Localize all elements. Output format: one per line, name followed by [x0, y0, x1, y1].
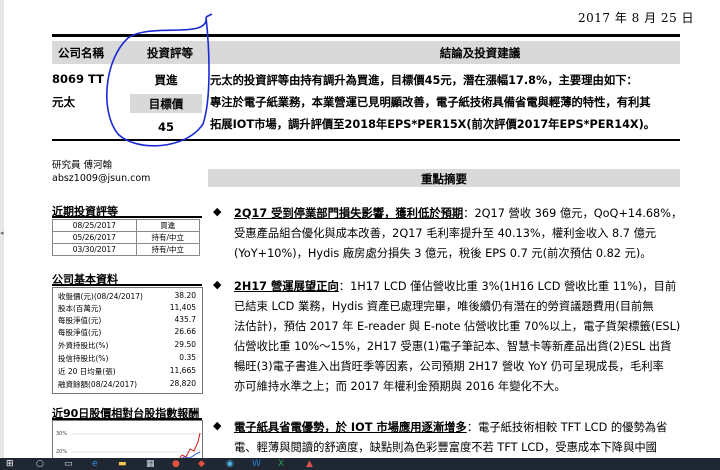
- basic-info-label: 近 20 日均量(張): [58, 367, 116, 376]
- bullet-diamond-icon: ◆: [213, 419, 222, 432]
- paragraph-line: 受惠產品組合優化與成本改善，2Q17 毛利率提升至 40.13%，權利金收入 8…: [234, 227, 657, 240]
- conclusion-line-3: 拓展IOT市場，調升評價至2018年EPS*PER15X(前次評價2017年EP…: [210, 118, 656, 131]
- analyst-name: 研究員 傅河翰: [52, 160, 113, 171]
- analyst-email: absz1009@jsun.com: [52, 173, 151, 184]
- paragraph-headline: 2H17 營運展望正向: [234, 280, 339, 293]
- history-rating: 買進: [135, 219, 201, 232]
- basic-info-value: 11,405: [169, 303, 196, 312]
- store-icon[interactable]: ▦: [146, 459, 155, 469]
- basic-info-label: 每股淨值(元): [58, 316, 102, 325]
- basic-info-row: 外資持股比(%) 29.50: [58, 340, 196, 350]
- task-view-icon[interactable]: ▭: [64, 459, 73, 469]
- summary-paragraph-1: 2Q17 受到停業部門損失影響，獲利低於預期：2Q17 營收 369 億元，Qo…: [234, 204, 683, 264]
- paragraph-line: 電子紙具省電優勢，於 IOT 市場應用逐漸增多：電子紙技術相較 TFT LCD …: [234, 418, 680, 438]
- basic-info-row: 近 20 日均量(張) 11,665: [58, 366, 196, 376]
- scroll-left-arrow-icon[interactable]: ◂: [0, 229, 4, 237]
- basic-info-rule: [52, 284, 202, 286]
- basic-info-label: 每股淨值(元): [58, 328, 102, 337]
- report-page: ◂ 2017 年 8 月 25 日 公司名稱 投資評等 結論及投資建議 8069…: [0, 0, 720, 458]
- start-icon[interactable]: ⊞: [6, 459, 14, 469]
- paragraph-headline: 電子紙具省電優勢，於 IOT 市場應用逐漸增多: [234, 421, 467, 434]
- bullet-diamond-icon: ◆: [213, 205, 222, 218]
- basic-info-row: 融資餘額(08/24/2017) 28,820: [58, 379, 196, 389]
- history-date: 08/25/2017: [52, 219, 137, 232]
- price-chart-lines: [71, 432, 202, 458]
- header-rule-bottom: [52, 139, 680, 141]
- price-chart-box: 30% 20%: [52, 420, 203, 458]
- taskbar: [0, 458, 720, 470]
- basic-info-value: 435.7: [174, 315, 196, 324]
- history-date: 05/26/2017: [52, 231, 137, 244]
- report-date: 2017 年 8 月 25 日: [578, 11, 695, 25]
- folder-icon[interactable]: ▬: [118, 459, 127, 469]
- basic-info-label: 投信持股比(%): [58, 354, 109, 363]
- paragraph-line: 2H17 營運展望正向：1H17 LCD 僅佔營收比重 3%(1H16 LCD …: [234, 277, 680, 297]
- target-price-label: 目標價: [148, 97, 184, 111]
- bullet-diamond-icon: ◆: [213, 278, 222, 291]
- basic-info-label: 股本(百萬元): [58, 304, 102, 313]
- basic-info-value: 0.35: [179, 353, 196, 362]
- basic-info-value: 28,820: [169, 379, 196, 388]
- rating-history-rule: [52, 216, 202, 218]
- paragraph-line: 亦可維持水準之上；而 2017 年權利金預期與 2016 年變化不大。: [234, 380, 566, 393]
- search-icon[interactable]: ○: [36, 459, 44, 469]
- summary-paragraph-2: 2H17 營運展望正向：1H17 LCD 僅佔營收比重 3%(1H16 LCD …: [234, 277, 680, 397]
- history-rating: 持有/中立: [135, 231, 201, 244]
- table-row: 08/25/2017 買進: [52, 219, 201, 232]
- header-conclusion: 結論及投資建議: [439, 46, 521, 60]
- excel-icon[interactable]: X: [278, 459, 284, 469]
- basic-info-row: 投信持股比(%) 0.35: [58, 353, 196, 363]
- stock-name: 元太: [52, 95, 75, 109]
- chrome-icon[interactable]: ●: [172, 459, 180, 469]
- basic-info-row: 每股淨值(元) 435.7: [58, 315, 196, 325]
- rating-value: 買進: [154, 73, 178, 87]
- word-icon[interactable]: W: [252, 459, 261, 469]
- paragraph-text: ：1H17 LCD 僅佔營收比重 3%(1H16 LCD 營收比重 11%)，目…: [338, 280, 677, 293]
- target-price-value: 45: [157, 120, 174, 134]
- paragraph-line: 佔營收比重 10%～15%，2H17 受惠(1)電子筆記本、智慧卡等新產品出貨(…: [234, 340, 672, 353]
- basic-info-label: 收盤價(元)(08/24/2017): [58, 292, 143, 301]
- conclusion-line-1: 元太的投資評等由持有調升為買進，目標價45元，潛在漲幅17.8%，主要理由如下：: [210, 74, 638, 87]
- basic-info-value: 26.66: [174, 327, 196, 336]
- table-row: 05/26/2017 持有/中立: [52, 231, 201, 244]
- paragraph-line: (YoY+10%)，Hydis 廠房處分損失 3 億元，稅後 EPS 0.7 元…: [234, 247, 652, 260]
- table-row: 03/30/2017 持有/中立: [52, 243, 201, 256]
- paragraph-line: 電、輕薄與閱讀的舒適度，缺點則為色彩豐富度不若 TFT LCD，受惠成本下降與中…: [234, 441, 657, 454]
- basic-info-row: 收盤價(元)(08/24/2017) 38.20: [58, 291, 196, 301]
- summary-title: 重點摘要: [421, 172, 467, 186]
- basic-info-value: 38.20: [174, 291, 196, 300]
- basic-info-value: 11,665: [169, 366, 196, 375]
- header-company: 公司名稱: [58, 46, 104, 60]
- summary-paragraph-3: 電子紙具省電優勢，於 IOT 市場應用逐漸增多：電子紙技術相較 TFT LCD …: [234, 418, 680, 458]
- header-rule-top: [52, 34, 680, 37]
- paragraph-text: ：2Q17 營收 369 億元，QoQ+14.68%，: [463, 207, 683, 220]
- paragraph-line: 法估計)，預估 2017 年 E-reader 與 E-note 佔營收比重 7…: [234, 320, 681, 333]
- stock-code: 8069 TT: [52, 72, 104, 86]
- rating-history-table: 08/25/2017 買進 05/26/2017 持有/中立 03/30/201…: [52, 219, 201, 256]
- basic-info-value: 29.50: [174, 340, 196, 349]
- header-rating: 投資評等: [147, 46, 193, 60]
- history-date: 03/30/2017: [52, 243, 137, 256]
- basic-info-label: 外資持股比(%): [58, 341, 109, 350]
- basic-info-label: 融資餘額(08/24/2017): [58, 380, 138, 389]
- history-rating: 持有/中立: [135, 243, 201, 256]
- paragraph-line: 已結束 LCD 業務，Hydis 資產已處理完畢，唯後續仍有潛在的勞資議題費用(…: [234, 300, 654, 313]
- basic-info-row: 每股淨值(元) 26.66: [58, 327, 196, 337]
- paragraph-line: 2Q17 受到停業部門損失影響，獲利低於預期：2Q17 營收 369 億元，Qo…: [234, 204, 683, 224]
- paragraph-line: 暢旺(3)電子書進入出貨旺季等因素，公司預期 2H17 營收 YoY 仍可呈現成…: [234, 360, 664, 373]
- paragraph-headline: 2Q17 受到停業部門損失影響，獲利低於預期: [234, 207, 464, 220]
- media-icon[interactable]: ◆: [198, 459, 205, 469]
- app-icon[interactable]: ◉: [226, 459, 234, 469]
- conclusion-line-2: 專注於電子紙業務，本業營運已見明顯改善，電子紙技術具備省電與輕薄的特性，有利其: [210, 96, 651, 109]
- edge-icon[interactable]: e: [92, 459, 98, 469]
- pdf-icon[interactable]: ▲: [306, 459, 313, 469]
- paragraph-text: ：電子紙技術相較 TFT LCD 的優勢為省: [466, 421, 668, 434]
- basic-info-row: 股本(百萬元) 11,405: [58, 303, 196, 313]
